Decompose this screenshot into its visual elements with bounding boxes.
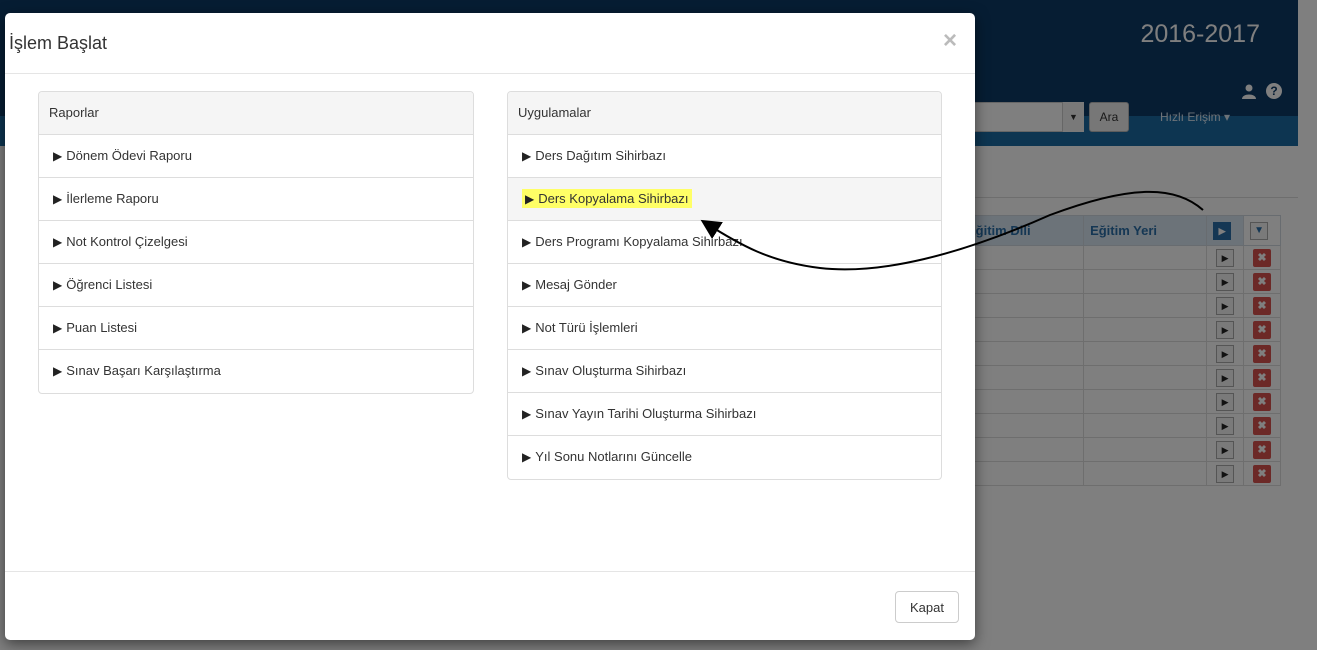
report-item-label: Not Kontrol Çizelgesi bbox=[66, 234, 188, 249]
application-item[interactable]: ▶ Yıl Sonu Notlarını Güncelle bbox=[508, 436, 941, 479]
play-arrow-icon: ▶ bbox=[522, 364, 532, 378]
modal-title: İşlem Başlat bbox=[9, 33, 108, 53]
report-item[interactable]: ▶ İlerleme Raporu bbox=[39, 178, 473, 221]
report-item-label: Puan Listesi bbox=[66, 320, 138, 335]
application-item-label: ▶ Ders Kopyalama Sihirbazı bbox=[522, 189, 692, 208]
application-item-label: Ders Programı Kopyalama Sihirbazı bbox=[535, 234, 743, 249]
play-arrow-icon: ▶ bbox=[522, 450, 532, 464]
application-item[interactable]: ▶ Not Türü İşlemleri bbox=[508, 307, 941, 350]
applications-panel: Uygulamalar ▶ Ders Dağıtım Sihirbazı ▶ Ders… bbox=[507, 91, 942, 480]
report-item-label: Öğrenci Listesi bbox=[66, 277, 153, 292]
application-item-label: Sınav Oluşturma Sihirbazı bbox=[535, 363, 687, 378]
play-arrow-icon: ▶ bbox=[53, 149, 63, 163]
report-item[interactable]: ▶ Sınav Başarı Karşılaştırma bbox=[39, 350, 473, 393]
report-item-label: Sınav Başarı Karşılaştırma bbox=[66, 363, 221, 378]
report-item-label: İlerleme Raporu bbox=[66, 191, 159, 206]
application-item[interactable]: ▶ Sınav Yayın Tarihi Oluşturma Sihirbazı bbox=[508, 393, 941, 436]
report-item[interactable]: ▶ Dönem Ödevi Raporu bbox=[39, 135, 473, 178]
play-arrow-icon: ▶ bbox=[53, 278, 63, 292]
application-item[interactable]: ▶ Ders Programı Kopyalama Sihirbazı bbox=[508, 221, 941, 264]
close-button[interactable]: Kapat bbox=[895, 591, 959, 623]
start-process-modal: İşlem Başlat × Raporlar ▶ Dönem Ödevi Rap… bbox=[5, 13, 975, 640]
play-arrow-icon: ▶ bbox=[53, 321, 63, 335]
application-item[interactable]: ▶ Sınav Oluşturma Sihirbazı bbox=[508, 350, 941, 393]
play-arrow-icon: ▶ bbox=[53, 364, 63, 378]
applications-panel-heading: Uygulamalar bbox=[508, 92, 941, 135]
play-arrow-icon: ▶ bbox=[522, 149, 532, 163]
play-arrow-icon: ▶ bbox=[522, 321, 532, 335]
modal-header: İşlem Başlat × bbox=[5, 13, 975, 74]
application-item[interactable]: ▶ Ders Dağıtım Sihirbazı bbox=[508, 135, 941, 178]
play-arrow-icon: ▶ bbox=[53, 192, 63, 206]
reports-panel: Raporlar ▶ Dönem Ödevi Raporu ▶ İlerleme Ra… bbox=[38, 91, 474, 394]
play-arrow-icon: ▶ bbox=[522, 407, 532, 421]
application-item-label: Sınav Yayın Tarihi Oluşturma Sihirbazı bbox=[535, 406, 757, 421]
application-item[interactable]: ▶ Ders Kopyalama Sihirbazı bbox=[508, 178, 941, 221]
play-arrow-icon: ▶ bbox=[522, 278, 532, 292]
application-item[interactable]: ▶ Mesaj Gönder bbox=[508, 264, 941, 307]
close-icon[interactable]: × bbox=[943, 27, 957, 55]
reports-panel-heading: Raporlar bbox=[39, 92, 473, 135]
report-item[interactable]: ▶ Öğrenci Listesi bbox=[39, 264, 473, 307]
modal-footer: Kapat bbox=[5, 571, 975, 640]
play-arrow-icon: ▶ bbox=[53, 235, 63, 249]
play-arrow-icon: ▶ bbox=[525, 192, 535, 206]
report-item[interactable]: ▶ Puan Listesi bbox=[39, 307, 473, 350]
application-item-label: Mesaj Gönder bbox=[535, 277, 617, 292]
report-item[interactable]: ▶ Not Kontrol Çizelgesi bbox=[39, 221, 473, 264]
application-item-label: Yıl Sonu Notlarını Güncelle bbox=[535, 449, 693, 464]
application-item-label: Not Türü İşlemleri bbox=[535, 320, 638, 335]
application-item-label: Ders Dağıtım Sihirbazı bbox=[535, 148, 666, 163]
report-item-label: Dönem Ödevi Raporu bbox=[66, 148, 192, 163]
play-arrow-icon: ▶ bbox=[522, 235, 532, 249]
